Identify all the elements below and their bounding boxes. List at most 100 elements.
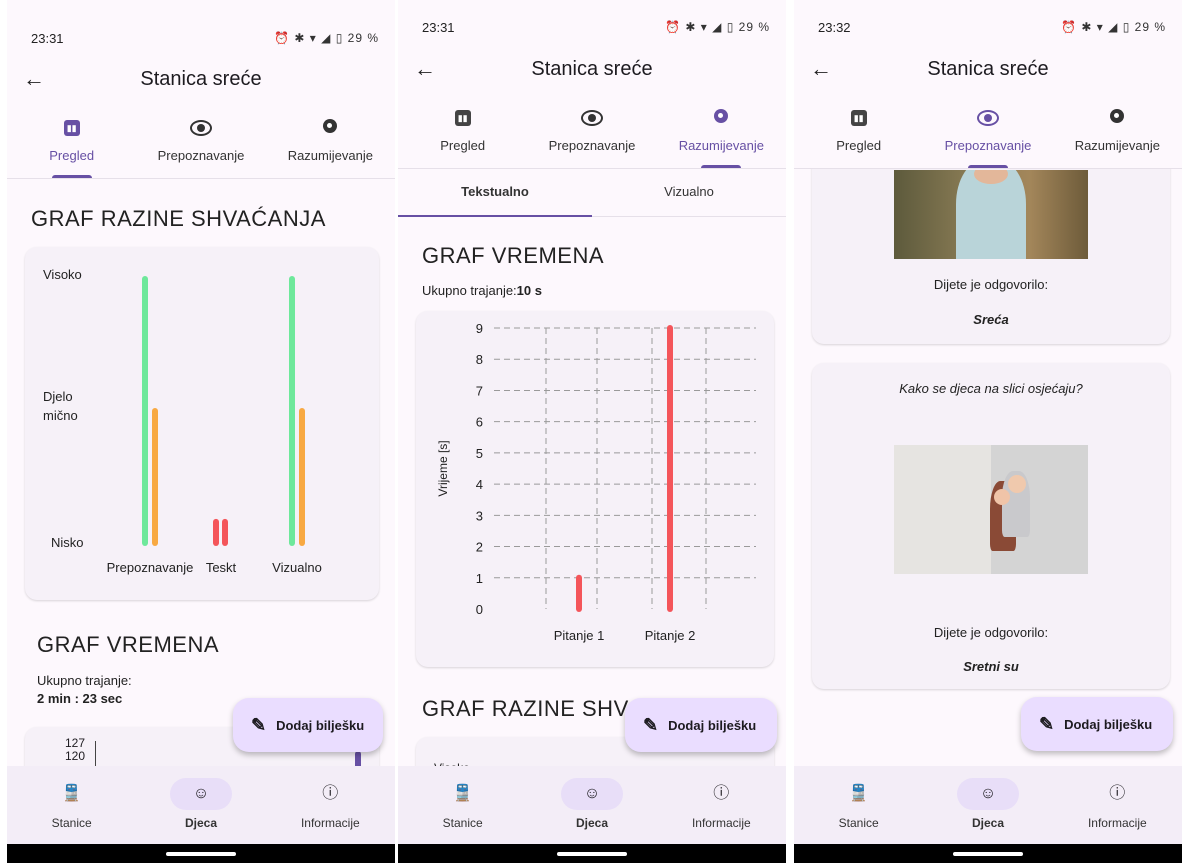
nav-label: Stanice [51,816,92,830]
status-icons: ⏰ ✱ ▾ ◢ ▯ 29 % [1061,20,1166,34]
total-duration-value: 10 s [516,283,542,298]
y-tick-label: 0 [476,602,483,617]
head-icon [1110,109,1125,123]
bottom-navigation: 🚆 Stanice ☺ Djeca ⓘ Informacije [794,766,1182,844]
tab-label: Pregled [49,148,95,163]
y-tick-label: 120 [64,749,85,763]
face-icon: ☺ [560,778,623,810]
tab-label: Prepoznavanje [944,138,1032,153]
y-tick-label: mično [43,408,78,423]
face-icon: ☺ [956,778,1019,810]
total-duration-label: Ukupno trajanje: [422,283,517,298]
tab-label: Prepoznavanje [548,138,636,153]
main-tabs: ▮▮ Pregled Prepoznavanje Razumijevanje [7,112,395,179]
add-note-label: Dodaj bilješku [668,717,757,733]
add-note-button[interactable]: ✎ Dodaj bilješku [625,698,777,752]
nav-item-informacije[interactable]: ⓘ Informacije [266,766,395,844]
y-tick-label: Djelo [43,389,73,404]
chart-icon: ▮▮ [63,120,80,136]
question-photo [894,445,1088,574]
eye-icon [580,110,603,126]
y-tick-label: 8 [476,352,483,367]
nav-item-djeca[interactable]: ☺ Djeca [527,766,656,844]
x-tick-label: Prepoznavanje [107,560,194,575]
chart-icon: ▮▮ [454,110,471,126]
tab-razumijevanje[interactable]: Razumijevanje [657,102,786,168]
train-icon: 🚆 [452,785,473,802]
pencil-icon: ✎ [251,714,267,735]
screen-overview: 23:31 ⏰ ✱ ▾ ◢ ▯ 29 % ← Stanica sreće ▮▮ … [7,0,395,863]
y-tick-label: 6 [476,415,483,430]
tab-prepoznavanje[interactable]: Prepoznavanje [527,102,656,168]
nav-item-djeca[interactable]: ☺ Djeca [923,766,1052,844]
time-chart: 0 1 2 3 4 5 6 7 8 9 Vrijeme [s] Pitanje 1 Pitanje 2 [436,321,756,643]
y-axis-label: Vrijeme [s] [436,440,450,496]
y-tick-label: 1 [476,571,483,586]
nav-label: Djeca [575,816,608,830]
status-bar: 23:31 ⏰ ✱ ▾ ◢ ▯ 29 % [7,0,395,46]
y-tick-label: 2 [476,540,483,555]
tab-pregled[interactable]: ▮▮ Pregled [7,112,136,178]
x-tick-label: Vizualno [272,560,322,575]
tab-label: Razumijevanje [678,138,764,153]
question-photo [894,170,1088,259]
comprehension-chart: Nisko Djelo mično Visoko Prepoznavanje Teskt V… [43,267,322,575]
tab-prepoznavanje[interactable]: Prepoznavanje [923,102,1052,168]
section-title: GRAF RAZINE SHVAĆANJA [31,206,326,231]
section-title: GRAF VREMENA [422,243,605,268]
add-note-button[interactable]: ✎ Dodaj bilješku [1021,697,1173,751]
question-card: Kako se djeca na slici osjećaju? Dijete … [812,363,1170,689]
nav-label: Djeca [971,816,1004,830]
main-tabs: ▮▮ Pregled Prepoznavanje Razumijevanje [794,102,1182,169]
nav-item-djeca[interactable]: ☺ Djeca [136,766,265,844]
app-bar: ← Stanica sreće [794,54,1182,90]
eye-icon [189,120,212,136]
y-tick-label: 7 [476,383,483,398]
nav-label: Stanice [442,816,483,830]
y-tick-label: Visoko [43,267,82,282]
comprehension-chart-card: Nisko Djelo mično Visoko Prepoznavanje Teskt V… [25,247,379,600]
screen-recognition: 23:32 ⏰ ✱ ▾ ◢ ▯ 29 % ← Stanica sreće Dij… [794,0,1182,863]
y-tick-label: 4 [476,477,483,492]
nav-label: Informacije [1087,816,1147,830]
eye-icon [976,110,999,126]
head-icon [714,109,729,123]
nav-item-informacije[interactable]: ⓘ Informacije [1053,766,1182,844]
pencil-icon: ✎ [1039,713,1055,734]
total-duration-label: Ukupno trajanje: [37,673,132,688]
nav-label: Stanice [838,816,879,830]
y-tick-label: 3 [476,508,483,523]
nav-item-stanice[interactable]: 🚆 Stanice [7,766,136,844]
status-bar: 23:32 ⏰ ✱ ▾ ◢ ▯ 29 % [794,0,1182,35]
add-note-label: Dodaj bilješku [1064,716,1153,732]
time-chart-card: 0 1 2 3 4 5 6 7 8 9 Vrijeme [s] Pitanje 1 Pitanje 2 [416,311,774,667]
tab-razumijevanje[interactable]: Razumijevanje [1053,102,1182,168]
app-bar: ← Stanica sreće [398,54,786,90]
subtab-tekstualno[interactable]: Tekstualno [398,170,592,217]
tab-pregled[interactable]: ▮▮ Pregled [794,102,923,168]
status-icons: ⏰ ✱ ▾ ◢ ▯ 29 % [274,31,379,45]
tab-label: Razumijevanje [1074,138,1160,153]
status-time: 23:32 [818,20,851,35]
answer-label: Dijete je odgovorilo: [933,625,1049,640]
subtab-vizualno[interactable]: Vizualno [592,170,786,216]
answer-value: Sretni su [963,659,1019,674]
page-title: Stanica sreće [531,58,653,80]
train-icon: 🚆 [61,785,82,802]
tab-prepoznavanje[interactable]: Prepoznavanje [136,112,265,178]
bottom-navigation: 🚆 Stanice ☺ Djeca ⓘ Informacije [398,766,786,844]
answer-label: Dijete je odgovorilo: [933,277,1049,292]
nav-item-stanice[interactable]: 🚆 Stanice [398,766,527,844]
y-tick-label: Nisko [51,535,84,550]
time-section-title: GRAF VREMENA [37,632,220,657]
tab-razumijevanje[interactable]: Razumijevanje [266,112,395,178]
head-icon [323,119,338,133]
y-tick-label: 5 [476,446,483,461]
pencil-icon: ✎ [643,714,659,735]
nav-label: Informacije [300,816,360,830]
nav-item-stanice[interactable]: 🚆 Stanice [794,766,923,844]
tab-pregled[interactable]: ▮▮ Pregled [398,102,527,168]
train-icon: 🚆 [848,785,869,802]
nav-item-informacije[interactable]: ⓘ Informacije [657,766,786,844]
add-note-button[interactable]: ✎ Dodaj bilješku [233,698,383,752]
